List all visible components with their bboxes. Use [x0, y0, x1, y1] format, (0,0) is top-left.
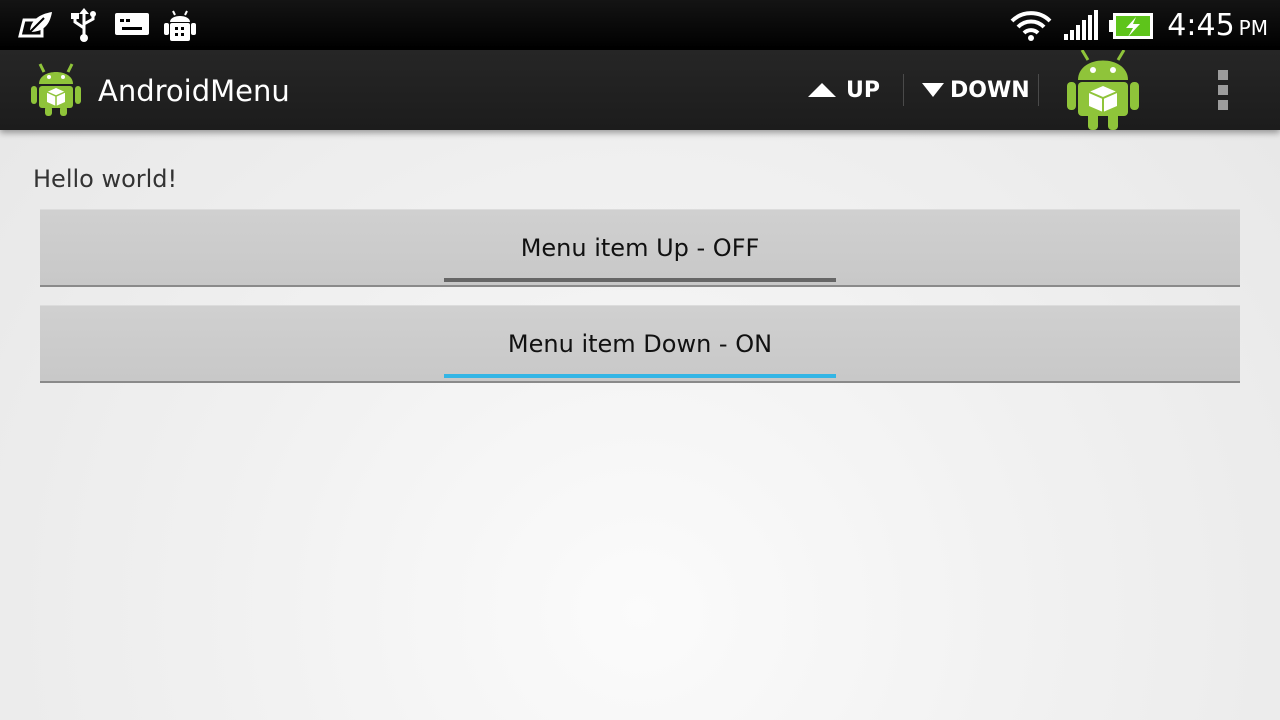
up-action-button[interactable]: UP — [806, 50, 880, 130]
up-action-label: UP — [846, 77, 880, 103]
clock-time: 4:45 — [1167, 8, 1235, 43]
usb-icon — [70, 8, 98, 46]
android-debug-icon — [162, 8, 198, 48]
signal-icon — [1062, 10, 1100, 46]
overflow-menu-icon[interactable] — [1218, 70, 1230, 110]
keyboard-icon — [114, 8, 150, 46]
action-divider — [903, 74, 904, 106]
wifi-icon — [1010, 9, 1052, 45]
app-icon[interactable] — [30, 62, 82, 122]
toggle-indicator-off — [444, 278, 836, 282]
status-bar: 4:45 PM — [0, 0, 1280, 50]
action-bar: AndroidMenu UP DOWN — [0, 49, 1280, 130]
app-title: AndroidMenu — [98, 74, 290, 108]
down-action-label: DOWN — [950, 77, 1030, 103]
toggle-label: Menu item Down - ON — [507, 330, 773, 358]
toggle-label: Menu item Up - OFF — [520, 234, 760, 262]
clock-ampm: PM — [1238, 16, 1268, 40]
toggle-menu-item-up[interactable]: Menu item Up - OFF — [40, 209, 1240, 287]
greeting-text: Hello world! — [33, 165, 178, 193]
triangle-down-icon — [922, 83, 944, 97]
action-divider — [1038, 74, 1039, 106]
android-action-icon[interactable] — [1064, 49, 1142, 136]
down-action-button[interactable]: DOWN — [920, 50, 1030, 130]
clock: 4:45 PM — [1167, 6, 1268, 46]
toggle-menu-item-down[interactable]: Menu item Down - ON — [40, 305, 1240, 383]
leaf-icon — [16, 8, 56, 46]
battery-charging-icon — [1108, 11, 1156, 45]
toggle-indicator-on — [444, 374, 836, 378]
triangle-up-icon — [808, 83, 836, 97]
